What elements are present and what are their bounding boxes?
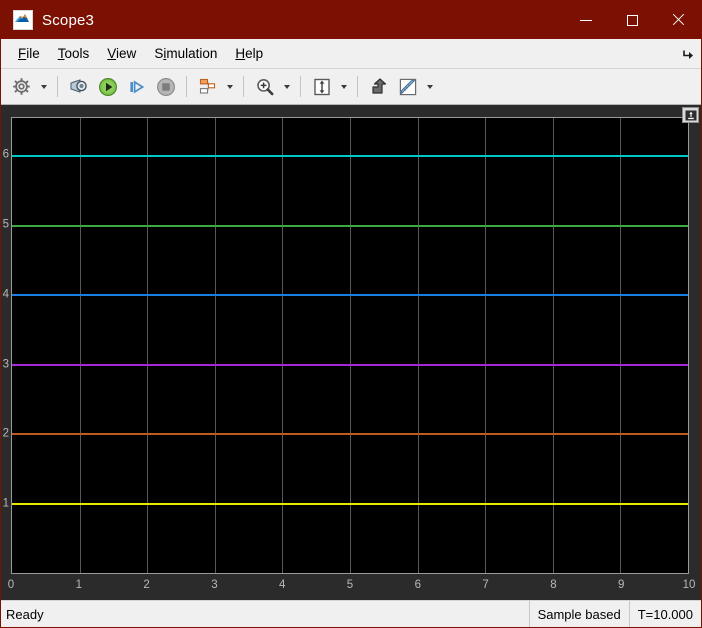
menu-item-help[interactable]: Help [226, 45, 272, 63]
y-tick-label: 2 [2, 427, 9, 440]
toolbar-separator [57, 76, 58, 97]
zoom-in-icon [256, 78, 273, 95]
window-controls [563, 1, 701, 39]
x-tick-label: 0 [7, 579, 15, 591]
minimize-icon [580, 19, 592, 21]
toolbar [1, 69, 701, 105]
grid-line-vertical [620, 118, 622, 573]
zoom-button[interactable] [250, 72, 279, 101]
highlight-signal-icon [371, 77, 386, 94]
signal-line [12, 155, 688, 158]
run-button[interactable] [93, 72, 122, 101]
gear-icon [13, 78, 30, 95]
grid-line-vertical [350, 118, 351, 573]
close-button[interactable] [655, 1, 701, 39]
chevron-down-icon [426, 84, 433, 89]
close-icon [671, 13, 685, 27]
chevron-down-icon [40, 84, 47, 89]
cursor-measurements-button[interactable] [393, 72, 422, 101]
step-forward-button[interactable] [122, 72, 151, 101]
x-tick-label: 7 [482, 579, 489, 591]
cursor-measurements-dropdown[interactable] [422, 72, 437, 101]
layout-button[interactable] [193, 72, 222, 101]
toolbar-separator [186, 76, 187, 97]
scope-display[interactable]: 1 2 3 4 5 6 0 1 2 3 4 5 6 7 8 9 10 [1, 105, 701, 600]
zoom-dropdown[interactable] [279, 72, 294, 101]
configuration-properties-button[interactable] [7, 72, 36, 101]
grid-line-vertical [79, 118, 81, 573]
toolbar-separator [357, 76, 358, 97]
menu-bar: File Tools View Simulation Help [1, 39, 701, 69]
status-time: T=10.000 [628, 601, 701, 627]
minimize-button[interactable] [563, 1, 609, 39]
signal-line [12, 294, 688, 297]
x-tick-label: 5 [346, 579, 354, 591]
y-tick-label: 6 [2, 148, 9, 161]
step-forward-icon [129, 79, 144, 94]
title-bar: Scope3 [1, 1, 701, 39]
grid-line-vertical [485, 118, 487, 573]
y-tick-label: 5 [2, 218, 9, 231]
maximize-button[interactable] [609, 1, 655, 39]
signal-line [12, 363, 688, 366]
y-tick-label: 1 [2, 497, 9, 510]
x-axis-tick-labels: 0 1 2 3 4 5 6 7 8 9 10 [7, 579, 696, 596]
print-preview-icon [70, 79, 87, 93]
stop-button[interactable] [151, 72, 180, 101]
grid-line-vertical [147, 118, 149, 573]
maximize-axes-icon [685, 110, 696, 120]
chevron-down-icon [283, 84, 290, 89]
chevron-down-icon [340, 84, 347, 89]
menu-item-view[interactable]: View [98, 45, 145, 63]
status-bar: Ready Sample based T=10.000 [1, 600, 701, 627]
x-tick-label: 10 [682, 579, 696, 591]
menu-item-file[interactable]: File [9, 45, 49, 63]
y-tick-label: 4 [2, 288, 9, 301]
x-tick-label: 3 [211, 579, 218, 591]
scale-axes-icon [313, 78, 330, 95]
stop-icon [156, 77, 175, 96]
matlab-scope-icon [13, 10, 33, 30]
x-tick-label: 6 [414, 579, 421, 591]
x-tick-label: 2 [143, 579, 150, 591]
autoscale-dropdown[interactable] [336, 72, 351, 101]
signal-line [12, 224, 688, 227]
plot-area[interactable] [11, 117, 689, 574]
play-icon [98, 77, 117, 96]
menu-item-simulation[interactable]: Simulation [145, 45, 226, 63]
grid-line-vertical [552, 118, 554, 573]
ruler-icon [399, 78, 416, 95]
configuration-properties-dropdown[interactable] [36, 72, 51, 101]
print-button[interactable] [64, 72, 93, 101]
toolbar-separator [300, 76, 301, 97]
x-tick-label: 4 [278, 579, 286, 591]
chevron-down-icon [226, 84, 233, 89]
layout-dropdown[interactable] [222, 72, 237, 101]
maximize-axes-button[interactable] [682, 107, 699, 123]
signal-layout-icon [199, 78, 215, 94]
maximize-icon [626, 14, 638, 26]
x-tick-label: 9 [617, 579, 625, 591]
window-title: Scope3 [42, 11, 95, 29]
y-tick-label: 3 [2, 357, 9, 370]
x-tick-label: 8 [550, 579, 557, 591]
menu-overflow-arrow-icon[interactable] [682, 47, 695, 60]
x-tick-label: 1 [75, 579, 82, 591]
scope-window: Scope3 File Tools View Simulation Help 1… [0, 0, 702, 628]
signal-line [12, 502, 688, 505]
status-message: Ready [6, 606, 44, 622]
signal-line [12, 433, 688, 436]
toolbar-separator [243, 76, 244, 97]
y-axis-tick-labels: 1 2 3 4 5 6 [1, 117, 11, 574]
status-frame-mode: Sample based [528, 601, 629, 627]
menu-item-tools[interactable]: Tools [49, 45, 99, 63]
grid-line-vertical [282, 118, 284, 573]
grid-line-vertical [214, 118, 216, 573]
autoscale-button[interactable] [307, 72, 336, 101]
highlight-signal-button[interactable] [364, 72, 393, 101]
grid-line-vertical [417, 118, 419, 573]
